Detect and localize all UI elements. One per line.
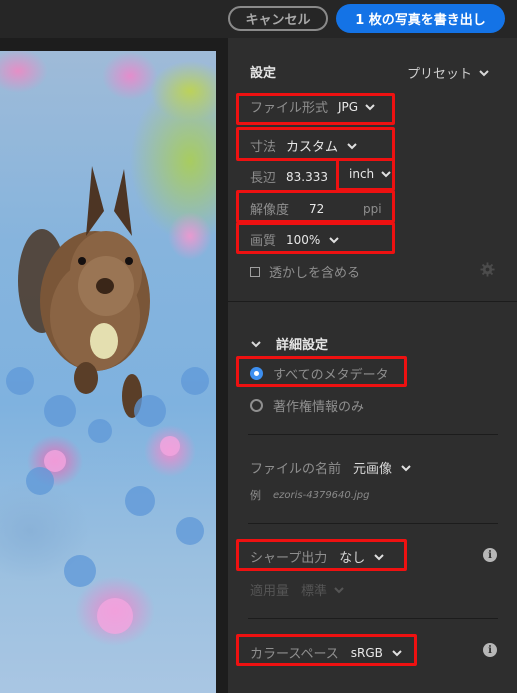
unit-dropdown[interactable]: inch <box>349 167 392 181</box>
dimensions-value: カスタム <box>286 140 339 155</box>
top-bar: キャンセル 1 枚の写真を書き出し <box>0 0 517 38</box>
file-format-label: ファイル形式 <box>250 101 329 116</box>
photo-preview-area <box>0 38 228 693</box>
quality-label: 画質 <box>250 234 277 249</box>
dimensions-dropdown[interactable]: 寸法 カスタム <box>250 136 358 155</box>
advanced-settings-title: 詳細設定 <box>276 338 329 353</box>
section-divider <box>248 618 498 619</box>
section-divider <box>248 434 498 435</box>
long-edge-input[interactable]: 83.333 <box>286 170 328 184</box>
file-name-value: 元画像 <box>353 462 393 477</box>
color-space-label: カラースペース <box>250 647 339 662</box>
resolution-unit: ppi <box>363 201 382 216</box>
chevron-down-icon <box>380 168 392 180</box>
gear-icon[interactable] <box>480 262 495 277</box>
export-button[interactable]: 1 枚の写真を書き出し <box>336 4 505 33</box>
file-name-example: 例 ezoris-4379640.jpg <box>250 487 369 503</box>
sharpen-value: なし <box>339 551 366 566</box>
chevron-down-icon <box>364 101 376 113</box>
cancel-button[interactable]: キャンセル <box>228 6 328 31</box>
chevron-down-icon <box>250 338 262 350</box>
long-edge-label: 長辺 <box>250 171 277 186</box>
radio-unselected-icon[interactable] <box>250 399 263 412</box>
amount-label: 適用量 <box>250 584 290 599</box>
file-format-dropdown[interactable]: ファイル形式 JPG <box>250 97 376 116</box>
chevron-down-icon <box>346 140 358 152</box>
metadata-option-all[interactable]: すべてのメタデータ <box>250 364 389 383</box>
section-divider <box>248 523 498 524</box>
amount-value: 標準 <box>301 584 328 599</box>
sharpen-label: シャープ出力 <box>250 551 328 566</box>
settings-title: 設定 <box>250 66 277 81</box>
quality-dropdown[interactable]: 画質 100% <box>250 230 340 249</box>
file-name-dropdown[interactable]: ファイルの名前 元画像 <box>250 458 412 477</box>
metadata-option-copyright[interactable]: 著作権情報のみ <box>250 396 364 415</box>
resolution-input[interactable]: 72 <box>309 202 359 216</box>
watermark-label: 透かしを含める <box>269 266 361 281</box>
chevron-down-icon <box>373 551 385 563</box>
preset-dropdown[interactable]: プリセット <box>407 63 490 82</box>
long-edge-row: 長辺 83.333 <box>250 167 328 187</box>
quality-value: 100% <box>286 232 321 247</box>
color-space-dropdown[interactable]: カラースペース sRGB <box>250 643 403 662</box>
chevron-down-icon <box>400 462 412 474</box>
squirrel-image <box>6 166 209 634</box>
metadata-option-copyright-label: 著作権情報のみ <box>273 400 365 415</box>
chevron-down-icon <box>391 647 403 659</box>
info-icon[interactable]: i <box>483 548 497 562</box>
photo-preview <box>0 51 216 693</box>
file-name-label: ファイルの名前 <box>250 462 342 477</box>
sharpen-dropdown[interactable]: シャープ出力 なし <box>250 547 385 566</box>
dimensions-label: 寸法 <box>250 140 277 155</box>
watermark-checkbox[interactable]: 透かしを含める <box>250 262 360 281</box>
section-divider <box>228 301 517 302</box>
file-format-value: JPG <box>338 99 359 114</box>
info-icon[interactable]: i <box>483 643 497 657</box>
chevron-down-icon <box>478 67 490 79</box>
unit-value: inch <box>349 167 375 181</box>
radio-selected-icon[interactable] <box>250 367 263 380</box>
amount-dropdown: 適用量 標準 <box>250 580 345 599</box>
resolution-row: 解像度 72 ppi <box>250 199 382 219</box>
resolution-label: 解像度 <box>250 203 290 218</box>
chevron-down-icon <box>333 584 345 596</box>
advanced-settings-toggle[interactable]: 詳細設定 <box>250 334 328 353</box>
example-value: ezoris-4379640.jpg <box>273 489 370 501</box>
preset-label: プリセット <box>407 67 473 82</box>
color-space-value: sRGB <box>350 645 383 660</box>
example-label: 例 <box>250 489 261 502</box>
metadata-option-all-label: すべてのメタデータ <box>273 368 389 383</box>
chevron-down-icon <box>328 234 340 246</box>
checkbox-icon[interactable] <box>250 266 260 277</box>
